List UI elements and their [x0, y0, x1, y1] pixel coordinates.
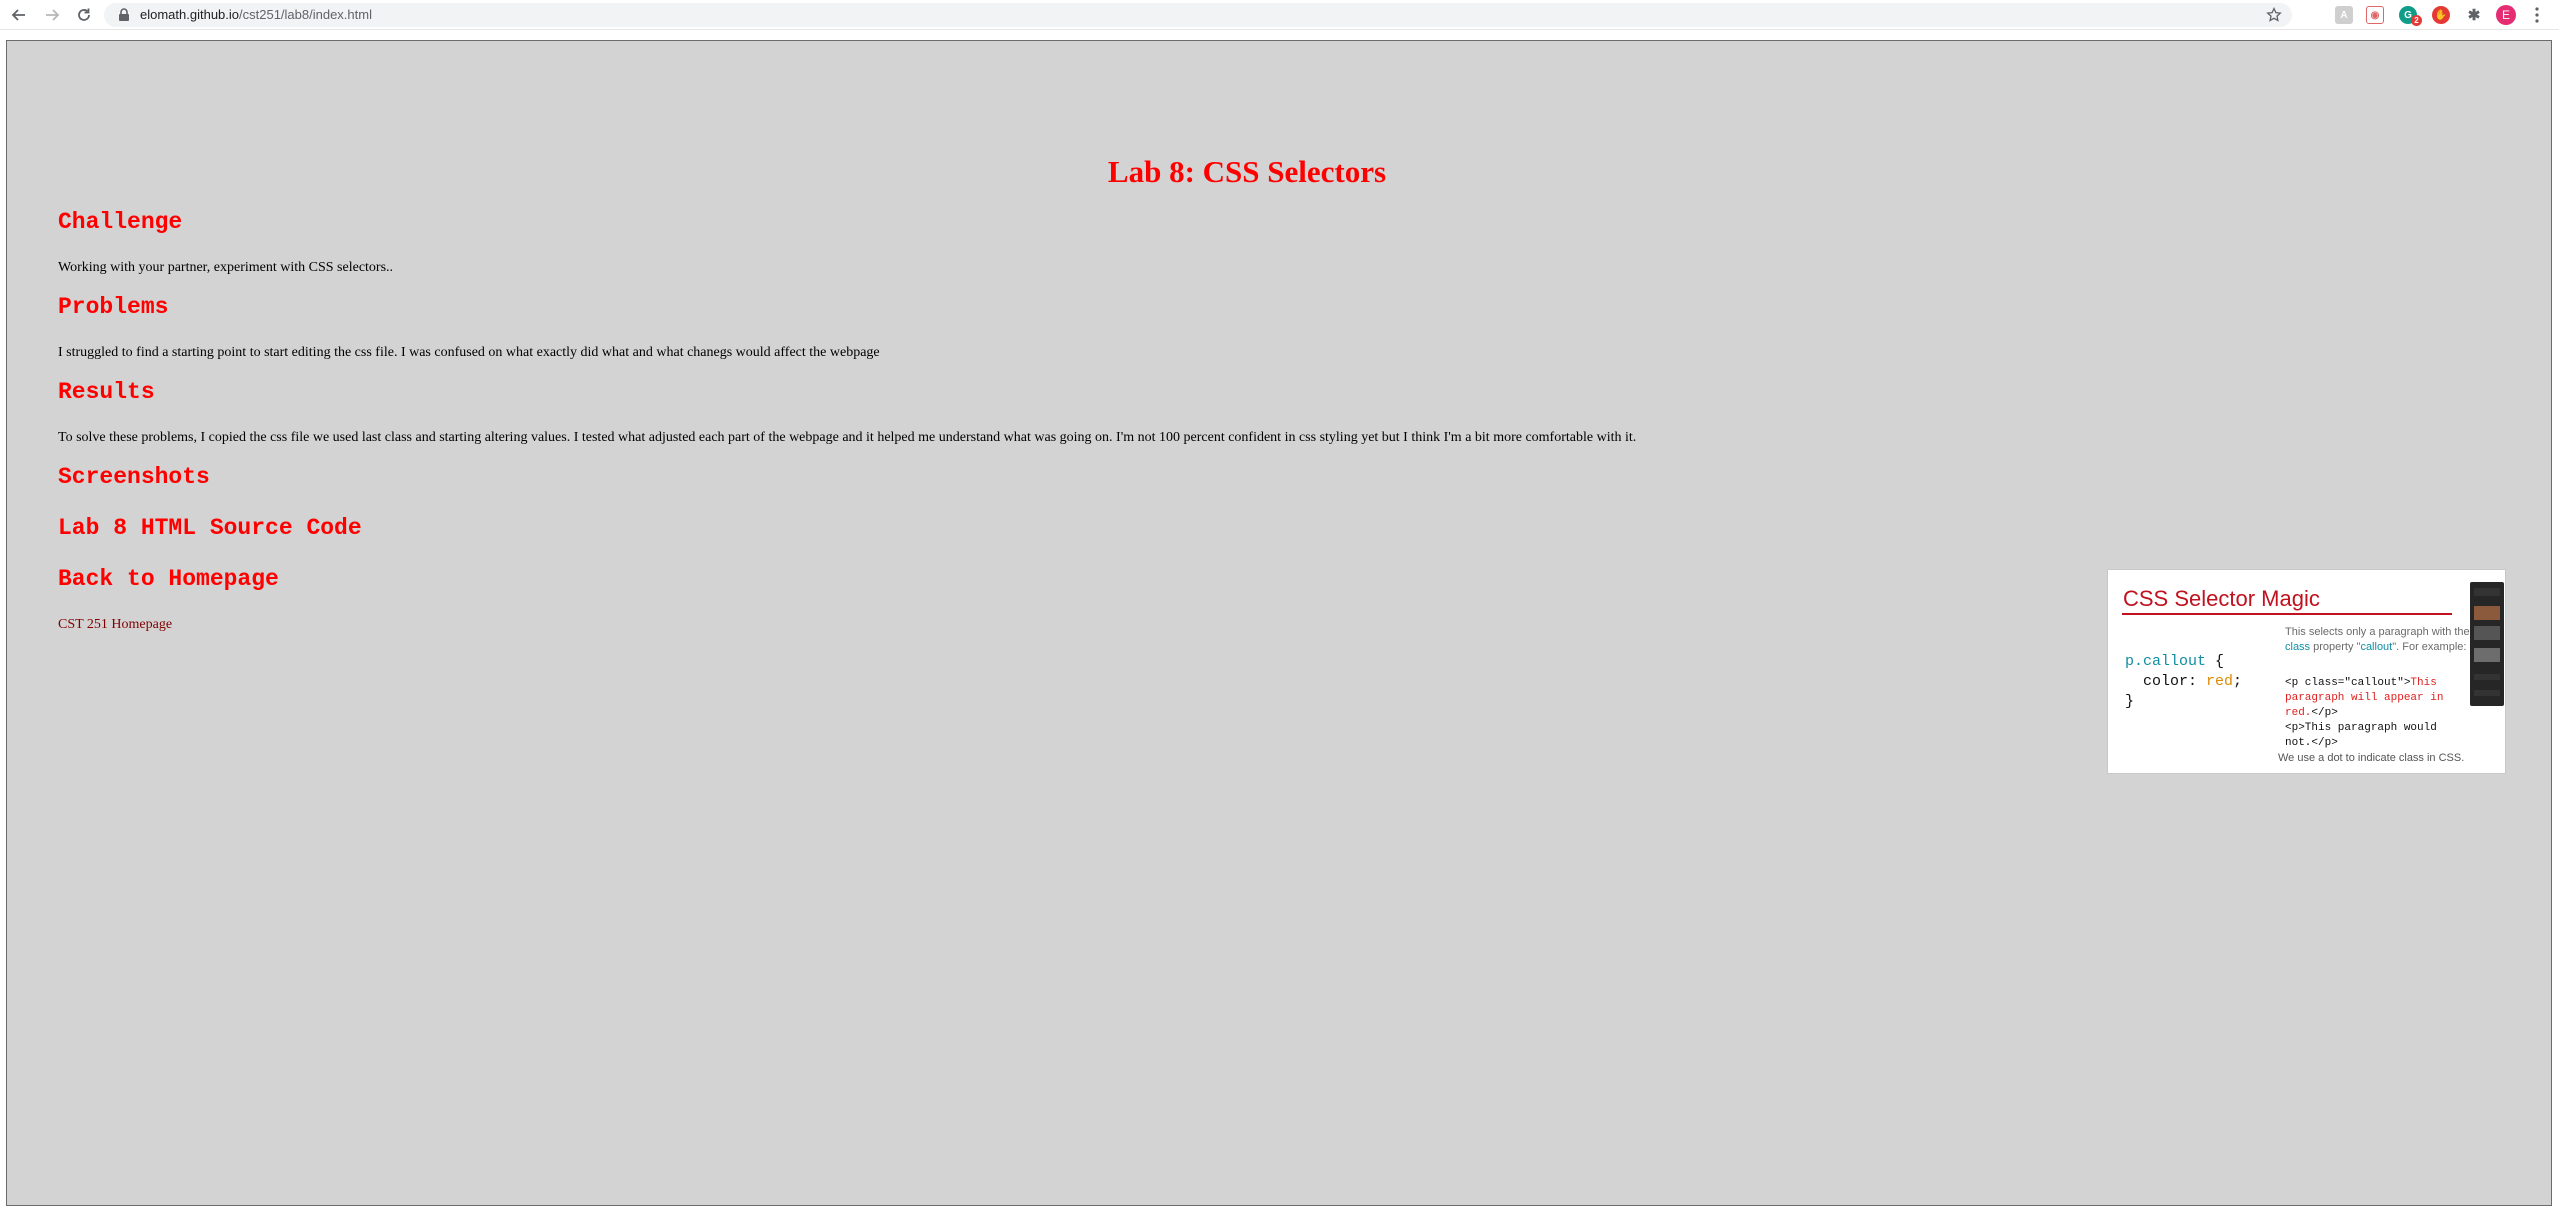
participant-tile: [2474, 690, 2500, 696]
participant-tile: [2474, 674, 2500, 680]
code-open-brace: {: [2206, 653, 2225, 670]
participant-tile: [2474, 606, 2500, 620]
challenge-heading: Challenge: [58, 209, 183, 235]
desc-part-1: This selects only a paragraph with the: [2285, 626, 2470, 638]
browser-toolbar: elomath.github.io/cst251/lab8/index.html…: [0, 0, 2559, 30]
slide-example: <p class="callout">This paragraph will a…: [2285, 676, 2465, 751]
address-bar[interactable]: elomath.github.io/cst251/lab8/index.html: [104, 3, 2292, 27]
challenge-text: Working with your partner, experiment wi…: [58, 260, 394, 275]
screenshots-link[interactable]: Screenshots: [58, 464, 210, 490]
slide-divider: [2122, 613, 2452, 615]
profile-avatar[interactable]: E: [2496, 5, 2516, 25]
bookmark-star-icon[interactable]: [2266, 7, 2282, 23]
back-arrow-icon[interactable]: [9, 5, 29, 25]
code-selector: p.callout: [2125, 653, 2207, 670]
source-code-link[interactable]: Lab 8 HTML Source Code: [58, 515, 362, 541]
url-text: elomath.github.io/cst251/lab8/index.html: [140, 7, 372, 22]
extensions-puzzle-icon[interactable]: ✱: [2465, 6, 2483, 24]
desc-callout-word: callout: [2360, 641, 2393, 653]
code-close-brace: }: [2125, 693, 2135, 710]
results-heading: Results: [58, 379, 155, 405]
lock-icon: [119, 8, 129, 21]
participant-tile: [2474, 588, 2500, 596]
video-thumbnail[interactable]: CSS Selector Magic p.callout { color: re…: [2107, 569, 2506, 774]
extension-camera-icon[interactable]: ◉: [2366, 6, 2384, 24]
example-line-2: <p>This paragraph would not.</p>: [2285, 722, 2437, 749]
code-property: color:: [2143, 673, 2207, 690]
results-text: To solve these problems, I copied the cs…: [58, 430, 1637, 445]
forward-arrow-icon[interactable]: [42, 5, 62, 25]
participant-tile: [2474, 648, 2500, 662]
page-title: Lab 8: CSS Selectors: [1107, 154, 1387, 189]
more-menu-icon[interactable]: [2531, 5, 2543, 25]
slide-footer: We use a dot to indicate class in CSS.: [2278, 752, 2465, 764]
participant-tile: [2474, 626, 2500, 640]
back-to-homepage-heading: Back to Homepage: [58, 566, 279, 592]
participant-strip: [2470, 582, 2504, 706]
url-path: /cst251/lab8/index.html: [239, 7, 372, 22]
page-viewport[interactable]: Lab 8: CSS Selectors Challenge Working w…: [6, 40, 2552, 1206]
code-value: red: [2206, 673, 2234, 690]
slide-code-block: p.callout { color: red; }: [2125, 652, 2242, 712]
homepage-link[interactable]: CST 251 Homepage: [58, 617, 172, 633]
extension-translate-icon[interactable]: A: [2335, 6, 2353, 24]
example-close-tag: </p>: [2311, 707, 2338, 719]
slide-description: This selects only a paragraph with the c…: [2285, 625, 2475, 655]
desc-part-3: ". For example:: [2392, 641, 2467, 653]
extension-badge: 2: [2411, 15, 2422, 26]
code-semicolon: ;: [2233, 673, 2243, 690]
extension-adblock-icon[interactable]: ✋: [2432, 6, 2450, 24]
example-open-tag: <p class="callout">: [2285, 677, 2411, 689]
desc-part-2: property ": [2310, 641, 2361, 653]
problems-heading: Problems: [58, 294, 169, 320]
url-host: elomath.github.io: [140, 7, 240, 22]
reload-icon[interactable]: [74, 5, 94, 25]
problems-text: I struggled to find a starting point to …: [58, 345, 880, 360]
slide-title: CSS Selector Magic: [2123, 586, 2320, 611]
desc-class-word: class: [2285, 641, 2311, 653]
